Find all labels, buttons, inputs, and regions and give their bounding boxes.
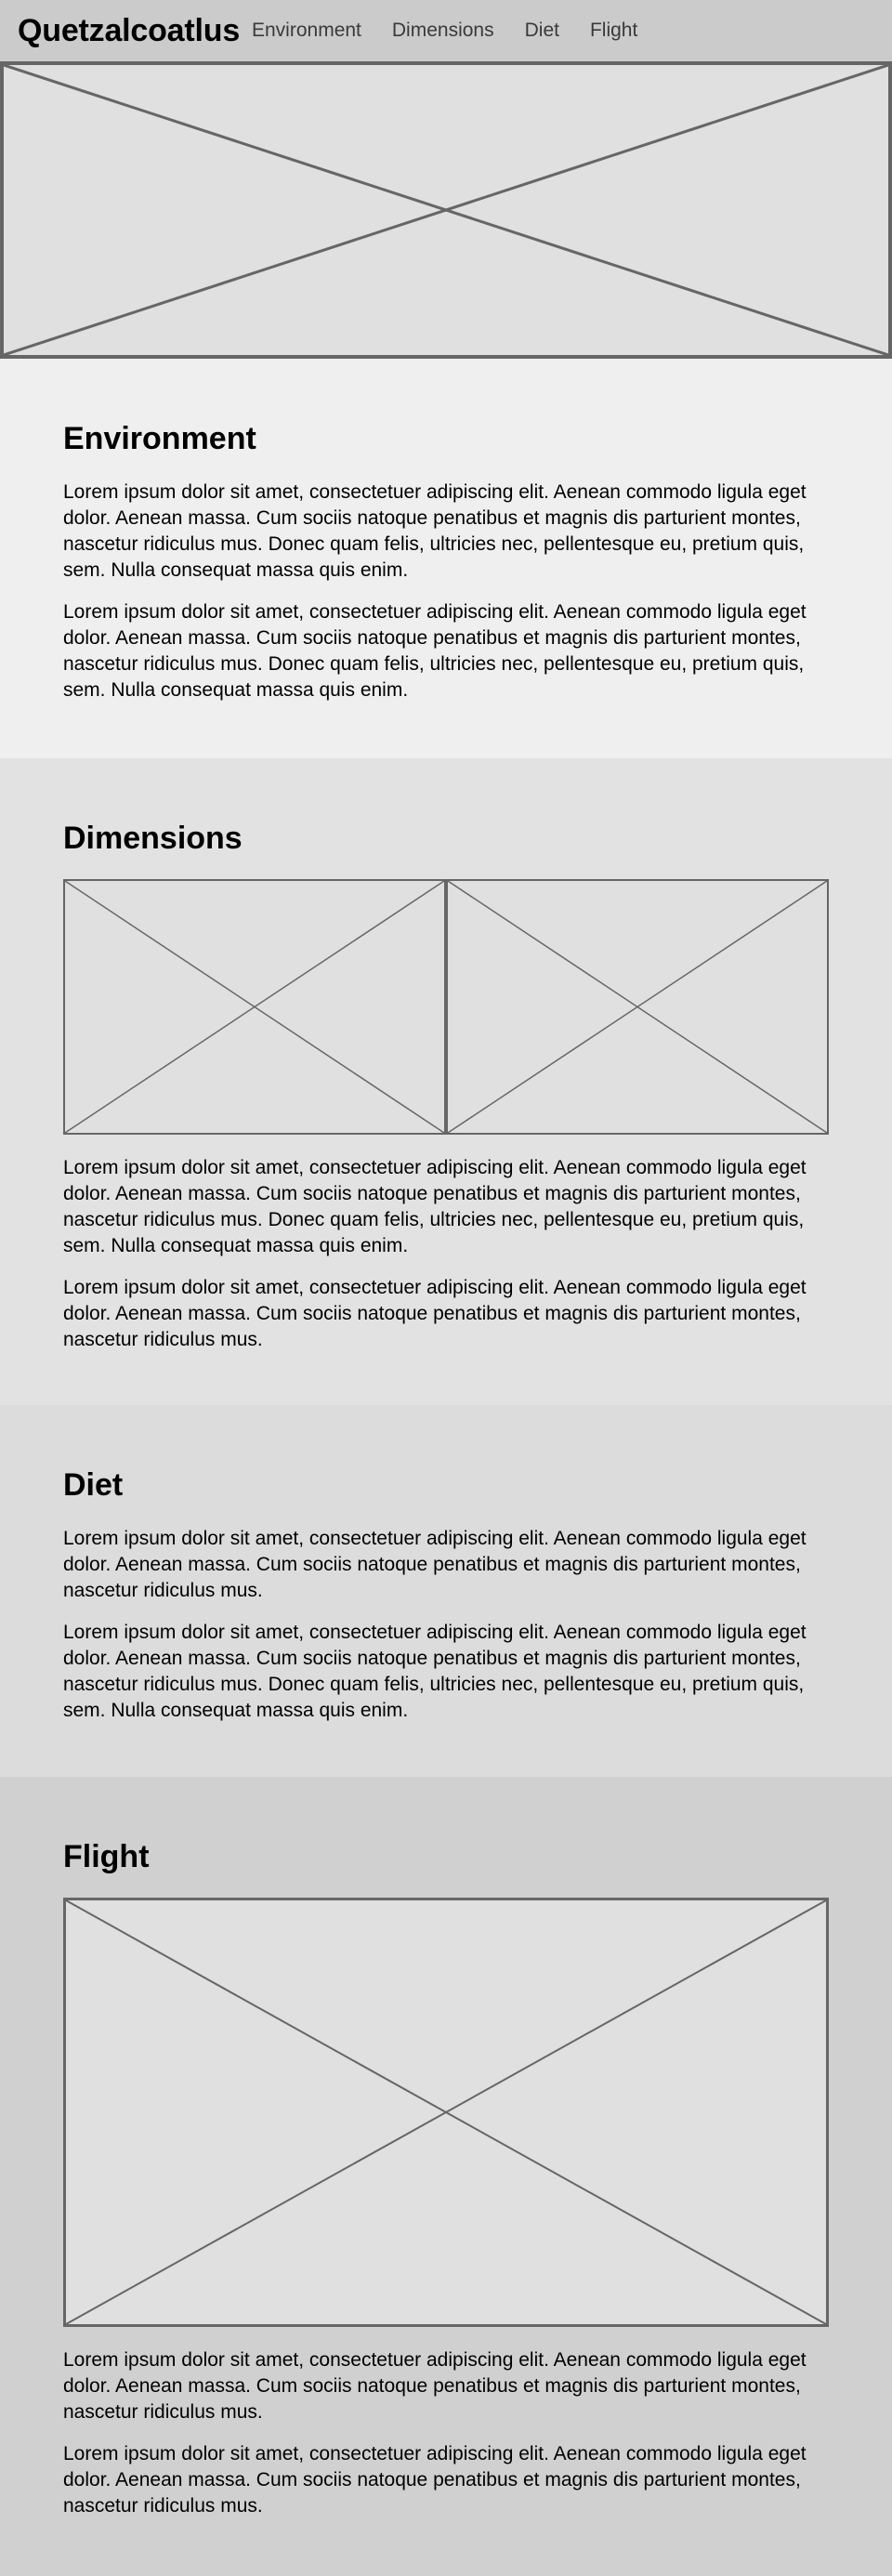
site-title[interactable]: Quetzalcoatlus <box>18 13 252 49</box>
site-header: Quetzalcoatlus Environment Dimensions Di… <box>0 0 892 61</box>
section-diet: Diet Lorem ipsum dolor sit amet, consect… <box>0 1405 892 1777</box>
placeholder-cross-icon <box>448 881 827 1133</box>
section-environment: Environment Lorem ipsum dolor sit amet, … <box>0 359 892 758</box>
section-flight: Flight Lorem ipsum dolor sit amet, conse… <box>0 1777 892 2576</box>
paragraph: Lorem ipsum dolor sit amet, consectetuer… <box>63 601 807 701</box>
hero-image-placeholder <box>0 61 892 359</box>
placeholder-cross-icon <box>65 881 444 1133</box>
image-placeholder <box>63 879 446 1135</box>
nav-item-dimensions[interactable]: Dimensions <box>392 20 494 42</box>
image-placeholder <box>63 1898 829 2327</box>
paragraph: Lorem ipsum dolor sit amet, consectetuer… <box>63 481 807 581</box>
image-placeholder <box>446 879 829 1135</box>
section-heading-diet: Diet <box>63 1467 124 1503</box>
placeholder-cross-icon <box>66 1900 826 2324</box>
nav-item-diet[interactable]: Diet <box>525 20 559 42</box>
paragraph: Lorem ipsum dolor sit amet, consectetuer… <box>63 1622 807 1721</box>
paragraph: Lorem ipsum dolor sit amet, consectetuer… <box>63 1277 807 1350</box>
paragraph: Lorem ipsum dolor sit amet, consectetuer… <box>63 1528 807 1601</box>
paragraph: Lorem ipsum dolor sit amet, consectetuer… <box>63 1157 807 1256</box>
section-dimensions: Dimensions Lorem ipsum dolor sit amet, c… <box>0 758 892 1405</box>
section-heading-dimensions: Dimensions <box>63 821 243 856</box>
main-nav: Environment Dimensions Diet Flight <box>252 20 668 42</box>
nav-item-flight[interactable]: Flight <box>590 20 637 42</box>
image-row <box>63 879 829 1135</box>
paragraph: Lorem ipsum dolor sit amet, consectetuer… <box>63 2443 807 2517</box>
section-heading-flight: Flight <box>63 1839 150 1874</box>
section-heading-environment: Environment <box>63 421 256 456</box>
placeholder-cross-icon <box>4 65 888 355</box>
paragraph: Lorem ipsum dolor sit amet, consectetuer… <box>63 2349 807 2423</box>
nav-item-environment[interactable]: Environment <box>252 20 361 42</box>
